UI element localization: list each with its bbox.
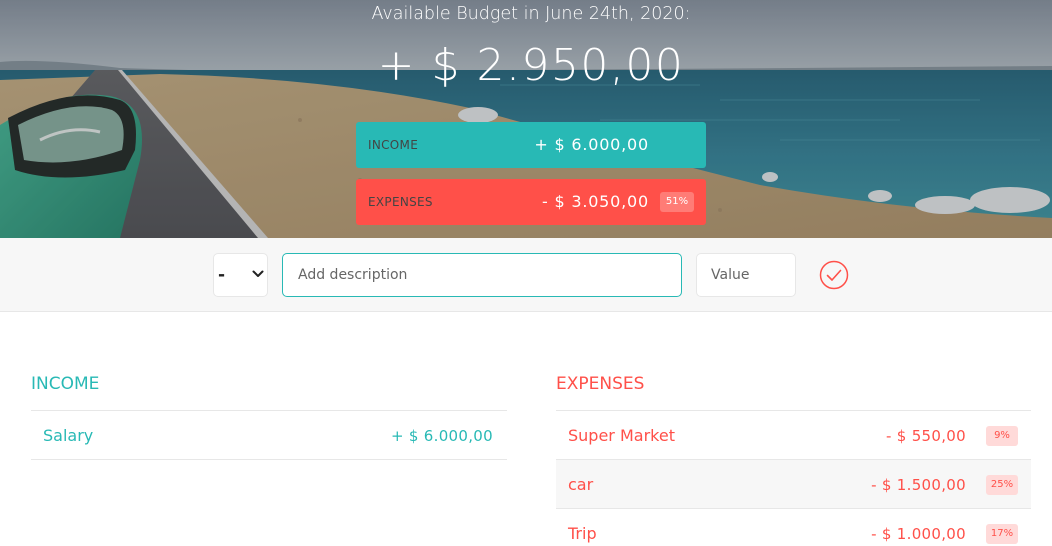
budget-income-value: + $ 6.000,00 [534,135,649,154]
item-percentage: 17% [986,524,1018,544]
item-value: - $ 550,00 [886,427,966,445]
expense-item[interactable]: Super Market - $ 550,00 9% [556,411,1031,460]
budget-income-label: Income [368,138,419,152]
item-value: - $ 1.500,00 [871,476,966,494]
expense-item[interactable]: Trip - $ 1.000,00 17% [556,509,1031,546]
description-input[interactable] [282,253,682,297]
type-select-value: - [218,265,226,285]
type-select[interactable]: - [213,253,268,297]
chevron-down-icon [252,270,264,277]
budget-expenses: Expenses - $ 3.050,00 51% [356,179,706,225]
item-percentage: 9% [986,426,1018,446]
expenses-list: Expenses Super Market - $ 550,00 9% car … [556,370,1031,546]
budget-expenses-percentage: 51% [660,192,694,212]
item-description: Super Market [568,426,675,445]
item-description: Trip [568,524,597,543]
income-item[interactable]: Salary + $ 6.000,00 [31,411,507,460]
item-description: car [568,475,594,494]
check-circle-icon[interactable] [819,260,849,290]
budget-value: + $ 2.950,00 [377,40,685,91]
budget-header: Available Budget in June 24th, 2020: + $… [0,0,1052,238]
budget-expenses-label: Expenses [368,195,433,209]
item-value: + $ 6.000,00 [390,427,493,445]
add-bar: - [0,238,1052,312]
expense-item[interactable]: car - $ 1.500,00 25% [556,460,1031,509]
budget-expenses-value: - $ 3.050,00 [542,192,649,211]
item-value: - $ 1.000,00 [871,525,966,543]
value-input[interactable] [696,253,796,297]
income-list: Income Salary + $ 6.000,00 [31,370,507,460]
item-percentage: 25% [986,475,1018,495]
income-title: Income [31,370,507,411]
budget-title: Available Budget in June 24th, 2020: [371,4,691,24]
budget-income: Income + $ 6.000,00 [356,122,706,168]
expenses-title: Expenses [556,370,1031,411]
item-description: Salary [43,426,94,445]
